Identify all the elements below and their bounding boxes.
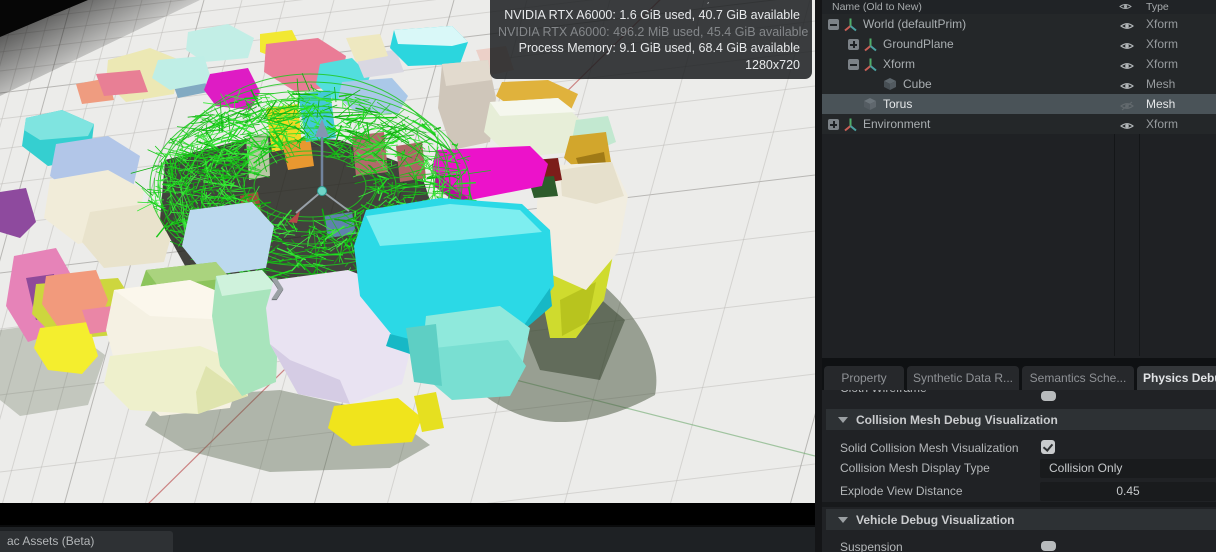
stage-tree-panel: Name (Old to New) Type World (defaultPri… xyxy=(822,0,1216,358)
tab-property[interactable]: Property xyxy=(824,366,904,390)
stage-row-world[interactable]: World (defaultPrim) Xform xyxy=(822,14,1216,34)
prim-type: Xform xyxy=(1146,37,1178,51)
section-title: Collision Mesh Debug Visualization xyxy=(856,413,1058,427)
section-collapse-triangle-icon xyxy=(838,417,848,423)
mesh-cube-icon xyxy=(863,97,879,111)
prim-name[interactable]: Cube xyxy=(903,77,932,91)
prim-name[interactable]: Xform xyxy=(883,57,915,71)
stage-row-xform[interactable]: Xform Xform xyxy=(822,54,1216,74)
suspension-row: Suspension xyxy=(822,536,1216,552)
cloth-wireframe-row: Cloth Wireframe xyxy=(822,390,1216,400)
expand-icon[interactable] xyxy=(848,39,859,50)
stage-row-environment[interactable]: Environment Xform xyxy=(822,114,1216,134)
stage-row-torus[interactable]: Torus Mesh xyxy=(822,94,1216,114)
display-type-label: Collision Mesh Display Type xyxy=(840,461,990,475)
section-collapse-triangle-icon xyxy=(838,517,848,523)
section-title: Vehicle Debug Visualization xyxy=(856,513,1015,527)
stats-gpu1: NVIDIA RTX A6000: 496.2 MiB used, 45.4 G… xyxy=(498,24,800,41)
prim-name[interactable]: Torus xyxy=(883,97,912,111)
viewport-letterbox xyxy=(0,503,815,525)
prim-type: Xform xyxy=(1146,17,1178,31)
display-type-row: Collision Mesh Display Type Collision On… xyxy=(822,457,1216,480)
cloth-wireframe-toggle[interactable] xyxy=(1041,391,1056,401)
panel-divider[interactable] xyxy=(815,0,822,552)
section-divider xyxy=(822,502,1216,507)
column-header-type[interactable]: Type xyxy=(1146,1,1169,13)
explode-distance-field[interactable]: 0.45 xyxy=(1040,482,1216,501)
viewport-panel[interactable]: ❯ , Frame time: ms NVIDIA RTX A6000: 1.6… xyxy=(0,0,815,525)
mesh-cube-icon xyxy=(883,77,899,91)
suspension-toggle[interactable] xyxy=(1041,541,1056,551)
right-panel: Name (Old to New) Type World (defaultPri… xyxy=(822,0,1216,552)
viewport-stats-overlay: , Frame time: ms NVIDIA RTX A6000: 1.6 G… xyxy=(490,0,812,79)
physics-debug-panel: Cloth Wireframe Collision Mesh Debug Vis… xyxy=(822,390,1216,552)
column-header-name[interactable]: Name (Old to New) xyxy=(832,1,922,13)
panel-tab-bar: Property Synthetic Data R... Semantics S… xyxy=(822,358,1216,390)
stage-header[interactable]: Name (Old to New) Type xyxy=(822,0,1216,15)
tab-physics-debugger[interactable]: Physics Debu xyxy=(1137,366,1216,390)
omniverse-window: ❯ , Frame time: ms NVIDIA RTX A6000: 1.6… xyxy=(0,0,1216,552)
collapse-icon[interactable] xyxy=(848,59,859,70)
stats-process-memory: Process Memory: 9.1 GiB used, 68.4 GiB a… xyxy=(498,40,800,57)
prim-name[interactable]: World (defaultPrim) xyxy=(863,17,966,31)
prim-type: Mesh xyxy=(1146,97,1175,111)
solid-collision-checkbox[interactable] xyxy=(1041,440,1055,454)
suspension-label: Suspension xyxy=(840,540,903,552)
solid-collision-label: Solid Collision Mesh Visualization xyxy=(840,441,1019,455)
nav-chevron-icon[interactable]: ❯ xyxy=(269,275,286,300)
visibility-eye-icon[interactable] xyxy=(1114,118,1139,136)
section-vehicle-debug[interactable]: Vehicle Debug Visualization xyxy=(826,509,1216,530)
prim-type: Xform xyxy=(1146,57,1178,71)
collapse-icon[interactable] xyxy=(828,19,839,30)
explode-distance-row: Explode View Distance 0.45 xyxy=(822,480,1216,503)
tab-synthetic-data-recorder[interactable]: Synthetic Data R... xyxy=(907,366,1019,390)
tab-isaac-assets[interactable]: ac Assets (Beta) xyxy=(0,531,173,552)
section-collision-mesh-debug[interactable]: Collision Mesh Debug Visualization xyxy=(826,409,1216,430)
cloth-wireframe-label: Cloth Wireframe xyxy=(840,390,927,399)
tab-semantics-schema[interactable]: Semantics Sche... xyxy=(1022,366,1134,390)
explode-distance-label: Explode View Distance xyxy=(840,484,963,498)
visibility-column-eye-icon xyxy=(1119,2,1132,14)
expand-icon[interactable] xyxy=(828,119,839,130)
bottom-dock-bar: ac Assets (Beta) xyxy=(0,525,815,552)
stats-gpu0: NVIDIA RTX A6000: 1.6 GiB used, 40.7 GiB… xyxy=(498,7,800,24)
prim-type: Mesh xyxy=(1146,77,1175,91)
xform-icon xyxy=(863,37,879,51)
stage-row-groundplane[interactable]: GroundPlane Xform xyxy=(822,34,1216,54)
prim-type: Xform xyxy=(1146,117,1178,131)
stats-resolution: 1280x720 xyxy=(498,57,800,74)
prim-name[interactable]: GroundPlane xyxy=(883,37,954,51)
prim-name[interactable]: Environment xyxy=(863,117,930,131)
stage-row-cube[interactable]: Cube Mesh xyxy=(822,74,1216,94)
display-type-dropdown[interactable]: Collision Only xyxy=(1040,459,1216,478)
xform-icon xyxy=(863,57,879,71)
xform-icon xyxy=(843,17,859,31)
xform-icon xyxy=(843,117,859,131)
